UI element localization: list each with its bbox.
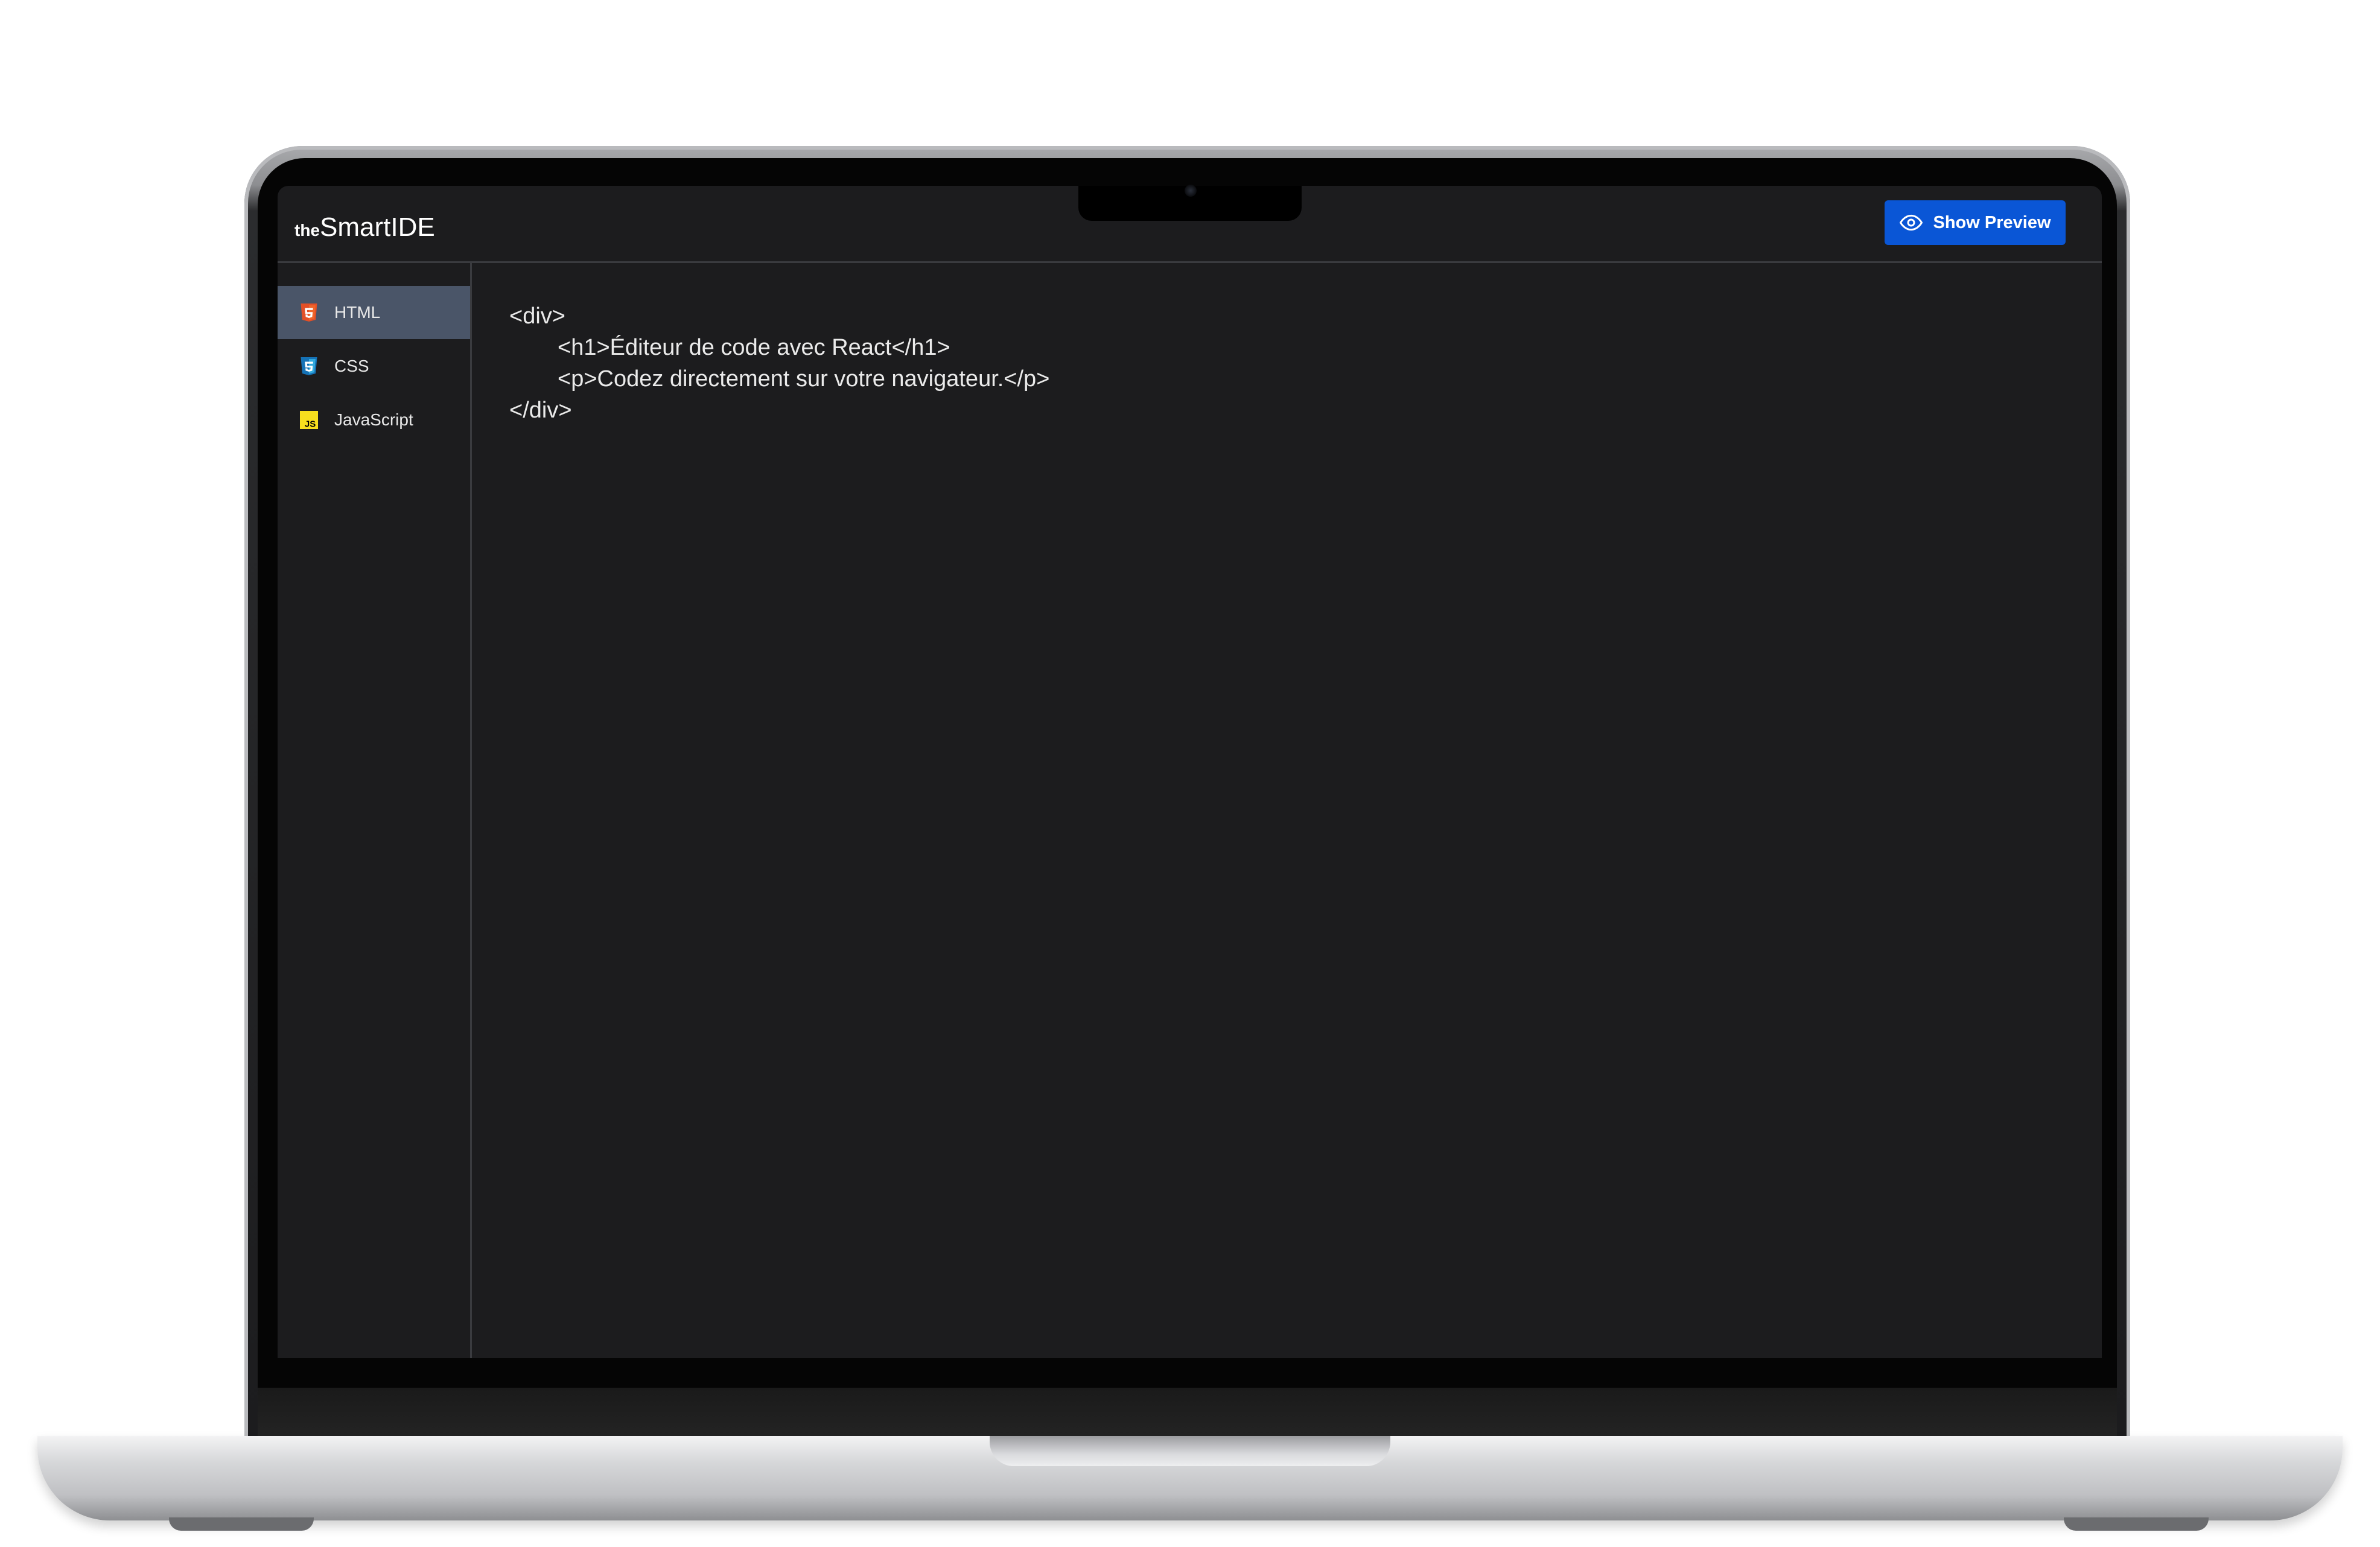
app-window: theSmartIDE Show Preview HTML CSS JS Jav… [278,186,2102,1358]
code-line[interactable]: </div> [509,395,2102,426]
sidebar-item-label: JavaScript [334,410,413,429]
laptop-thumb-notch [990,1436,1390,1466]
laptop-foot-left [169,1517,314,1531]
svg-text:JS: JS [305,419,316,429]
camera-icon [1185,185,1197,197]
html5-icon [301,303,317,322]
code-line[interactable]: <p>Codez directement sur votre navigateu… [509,363,2102,395]
app-logo: theSmartIDE [294,212,435,243]
file-sidebar: HTML CSS JS JavaScript [278,263,472,1358]
sidebar-item-label: HTML [334,303,381,322]
css3-icon [301,357,317,375]
logo-name: SmartIDE [320,212,435,242]
sidebar-item-javascript[interactable]: JS JavaScript [278,393,470,446]
code-line[interactable]: <div> [509,300,2102,332]
sidebar-item-html[interactable]: HTML [278,286,470,339]
code-line[interactable]: <h1>Éditeur de code avec React</h1> [509,332,2102,363]
code-editor[interactable]: <div> <h1>Éditeur de code avec React</h1… [472,263,2102,1358]
laptop-foot-right [2064,1517,2209,1531]
eye-icon [1900,214,1923,231]
sidebar-item-label: CSS [334,357,369,375]
show-preview-label: Show Preview [1933,212,2051,232]
sidebar-item-css[interactable]: CSS [278,340,470,393]
laptop-chin [258,1388,2117,1436]
show-preview-button[interactable]: Show Preview [1885,200,2066,245]
page: theSmartIDE Show Preview HTML CSS JS Jav… [0,0,2380,1547]
js-icon: JS [300,411,318,429]
logo-prefix: the [294,221,320,240]
